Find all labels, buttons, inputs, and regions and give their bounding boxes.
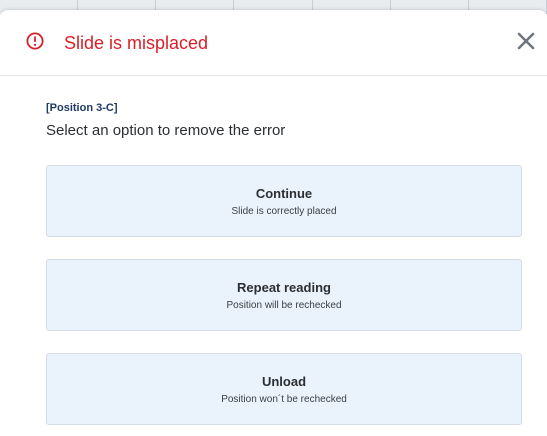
position-label: [Position 3-C]: [46, 102, 118, 114]
option-title: Continue: [255, 186, 313, 201]
continue-button[interactable]: Continue Slide is correctly placed: [46, 165, 522, 237]
close-icon[interactable]: [513, 28, 539, 54]
option-subtitle: Slide is correctly placed: [231, 206, 337, 217]
exclamation-circle-icon: [26, 32, 44, 50]
dialog-header: Slide is misplaced: [0, 10, 547, 76]
option-title: Repeat reading: [237, 280, 331, 295]
option-subtitle: Position will be rechecked: [226, 300, 342, 311]
unload-button[interactable]: Unload Position won´t be rechecked: [46, 353, 522, 425]
option-subtitle: Position won´t be rechecked: [221, 394, 347, 405]
option-title: Unload: [261, 374, 307, 389]
error-dialog: Slide is misplaced [Position 3-C] Select…: [0, 10, 547, 436]
repeat-reading-button[interactable]: Repeat reading Position will be rechecke…: [46, 259, 522, 331]
dialog-title: Slide is misplaced: [64, 33, 209, 53]
prompt-text: Select an option to remove the error: [46, 122, 286, 139]
